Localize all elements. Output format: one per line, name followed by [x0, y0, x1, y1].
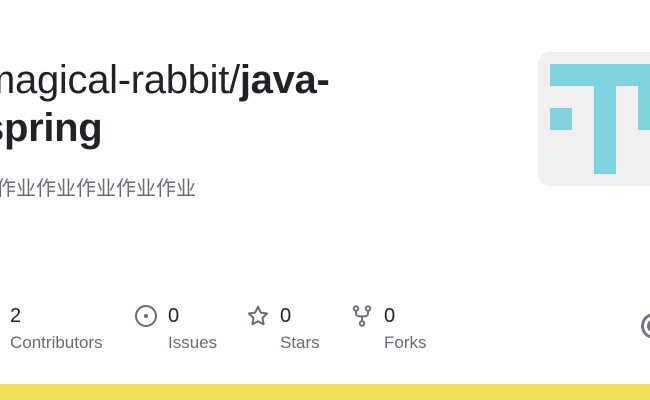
repo-title[interactable]: magical-rabbit/java-spring	[0, 56, 402, 152]
identicon-image	[538, 52, 650, 186]
issues-label: Issues	[168, 333, 218, 352]
issues-count: 0	[168, 305, 180, 327]
repo-forked-icon	[352, 305, 372, 327]
repo-name-part-1: java-	[239, 58, 330, 102]
star-icon	[247, 305, 269, 326]
contributors-label: Contributors	[10, 333, 103, 352]
forks-label: Forks	[384, 333, 427, 352]
github-logo-icon	[641, 313, 650, 339]
owner-avatar[interactable]	[538, 52, 650, 186]
repo-description: 作业作业作业作业作业	[0, 176, 196, 200]
repo-stats: 2 Contributors 0 Issues 0 Stars 0 Forks	[0, 300, 650, 360]
language-color-bar	[0, 384, 650, 400]
stars-count: 0	[280, 305, 292, 327]
forks-count: 0	[384, 305, 396, 327]
repo-social-card: magical-rabbit/java-spring 作业作业作业作业作业	[0, 0, 650, 400]
stars-label: Stars	[280, 333, 320, 352]
repo-name-part-2: spring	[0, 106, 103, 150]
repo-owner[interactable]: magical-rabbit/	[0, 58, 240, 102]
contributors-count: 2	[10, 305, 22, 327]
issue-opened-icon	[135, 305, 157, 327]
